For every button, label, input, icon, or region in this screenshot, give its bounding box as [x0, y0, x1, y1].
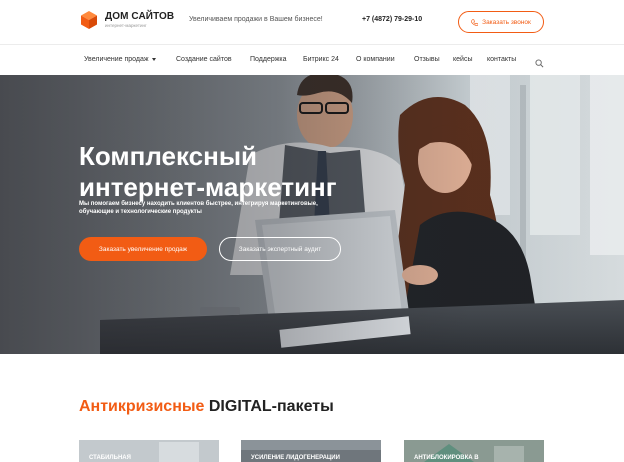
logo[interactable]: ДОМ САЙТОВ интернет-маркетинг	[79, 10, 174, 30]
packages-title: Антикризисные DIGITAL-пакеты	[79, 398, 334, 416]
order-sales-growth-button[interactable]: Заказать увеличение продаж	[79, 237, 207, 261]
phone-icon	[471, 18, 479, 26]
cube-logo-icon	[79, 10, 99, 30]
nav-item-sales[interactable]: Увеличение продаж	[84, 56, 156, 63]
nav-item-support[interactable]: Поддержка	[250, 56, 287, 63]
nav-item-cases[interactable]: кейсы	[453, 56, 472, 63]
package-card-label: Усиление лидогенерации	[251, 455, 340, 461]
header-tagline: Увеличиваем продажи в Вашем бизнесе!	[189, 16, 323, 23]
packages-title-accent: Антикризисные	[79, 398, 205, 415]
package-card-label: Антиблокировка в	[414, 455, 479, 461]
main-nav: Увеличение продаж Создание сайтов Поддер…	[0, 44, 624, 75]
order-call-button[interactable]: Заказать звонок	[458, 11, 544, 33]
hero-subtitle: Мы помогаем бизнесу находить клиентов бы…	[79, 201, 318, 215]
search-icon[interactable]	[535, 55, 544, 73]
package-card[interactable]: Антиблокировка в	[404, 440, 544, 462]
logo-title: ДОМ САЙТОВ	[105, 10, 175, 22]
package-card-label: Стабильная	[89, 455, 131, 461]
hero-title-line1: Комплексный	[79, 141, 258, 171]
packages-title-rest: DIGITAL-пакеты	[208, 398, 334, 415]
nav-item-label: Увеличение продаж	[84, 56, 149, 63]
order-call-label: Заказать звонок	[482, 18, 531, 26]
header-phone[interactable]: +7 (4872) 79-29-10	[362, 16, 422, 23]
package-card[interactable]: Стабильная	[79, 440, 219, 462]
nav-item-bitrix[interactable]: Битрикс 24	[303, 56, 339, 63]
hero-banner: Комплексный интернет-маркетинг Мы помога…	[0, 75, 624, 354]
order-expert-audit-button[interactable]: Заказать экспертный аудит	[219, 237, 341, 261]
nav-item-about[interactable]: О компании	[356, 56, 395, 63]
hero-title: Комплексный интернет-маркетинг	[79, 141, 337, 203]
nav-item-contacts[interactable]: контакты	[487, 56, 516, 63]
chevron-down-icon	[151, 57, 156, 61]
nav-item-sites[interactable]: Создание сайтов	[176, 56, 232, 63]
top-header: ДОМ САЙТОВ интернет-маркетинг Увеличивае…	[0, 0, 624, 44]
hero-title-line2: интернет-маркетинг	[79, 172, 337, 202]
package-card[interactable]: Усиление лидогенерации	[241, 440, 381, 462]
nav-item-reviews[interactable]: Отзывы	[414, 56, 440, 63]
logo-subtitle: интернет-маркетинг	[105, 22, 147, 28]
